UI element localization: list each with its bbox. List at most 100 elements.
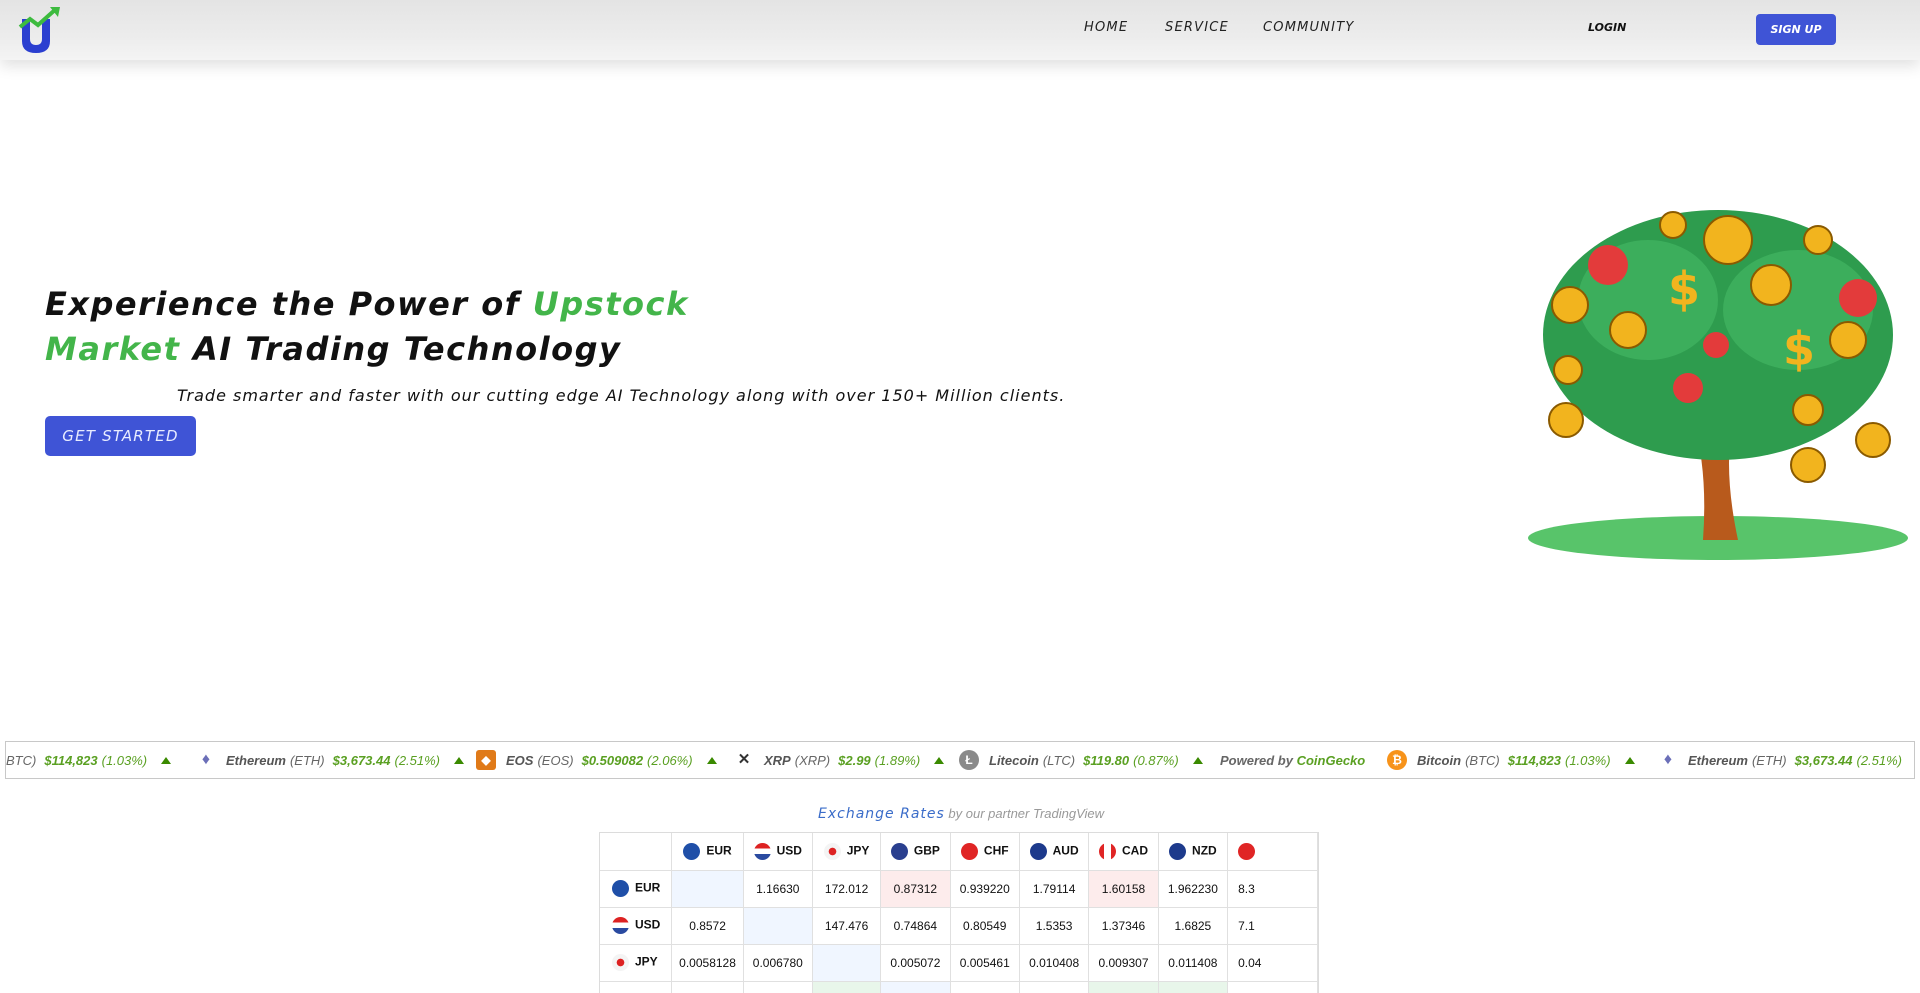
ticker-item-eos[interactable]: ◆ EOS (EOS) $0.509082 (2.06%) [476, 742, 717, 778]
ticker-symbol: (LTC) [1042, 752, 1076, 768]
table-row-usd: USD 0.8572 147.476 0.74864 0.80549 1.535… [600, 907, 1318, 945]
ticker-item-ethereum[interactable]: ♦ Ethereum (ETH) $3,673.44 (2.51%) [1658, 742, 1914, 778]
login-link[interactable]: LOGIN [1588, 21, 1626, 34]
rate-cell[interactable]: 1.5353 [1019, 907, 1090, 945]
rate-cell [743, 981, 813, 993]
column-header-nzd[interactable]: NZD [1158, 833, 1229, 871]
up-arrow-icon [1192, 756, 1203, 764]
column-label: CAD [1122, 843, 1148, 858]
nav-service-link[interactable]: SERVICE [1165, 20, 1229, 35]
hero-subtitle: Trade smarter and faster with our cuttin… [177, 386, 1066, 405]
ticker-price: $119.80 [1083, 752, 1130, 768]
column-header-eur[interactable]: EUR [671, 833, 744, 871]
row-header-eur[interactable]: EUR [600, 870, 673, 908]
up-arrow-icon [454, 756, 465, 764]
eu-flag-icon [612, 880, 629, 897]
rate-cell [671, 981, 744, 993]
column-header-chf[interactable]: CHF [950, 833, 1020, 871]
ticker-item-litecoin[interactable]: Ł Litecoin (LTC) $119.80 (0.87%) [959, 742, 1203, 778]
us-flag-icon [753, 842, 771, 860]
column-label: AUD [1052, 843, 1079, 858]
ticker-change: (1.03%) [101, 752, 148, 768]
rate-cell[interactable]: 1.16630 [743, 870, 813, 908]
ticker-item-xrp[interactable]: ✕ XRP (XRP) $2.99 (1.89%) [734, 742, 945, 778]
rate-cell[interactable]: 7.1 [1227, 907, 1318, 945]
rate-cell[interactable]: 147.476 [812, 907, 882, 945]
rate-cell[interactable]: 0.006780 [743, 944, 813, 982]
rate-cell[interactable]: 0.04 [1227, 944, 1318, 982]
nav-home-link[interactable]: HOME [1084, 20, 1128, 35]
powered-by-coingecko[interactable]: Powered by CoinGecko [1220, 742, 1365, 778]
rate-cell[interactable]: 0.005072 [880, 944, 951, 982]
ticker-name: Ethereum [226, 752, 286, 768]
ticker-symbol: (ETH) [1751, 752, 1787, 768]
rate-cell [880, 981, 951, 993]
coingecko-link[interactable]: CoinGecko [1297, 753, 1366, 768]
rate-cell[interactable]: 0.0058128 [671, 944, 744, 982]
table-row-eur: EUR 1.16630 172.012 0.87312 0.939220 1.7… [600, 870, 1318, 908]
rate-cell[interactable]: 0.80549 [950, 907, 1020, 945]
rate-cell[interactable]: 0.011408 [1158, 944, 1229, 982]
column-header-gbp[interactable]: GBP [880, 833, 951, 871]
signup-button[interactable]: SIGN UP [1756, 14, 1836, 45]
crypto-ticker: BTC) $114,823 (1.03%) ♦ Ethereum (ETH) $… [5, 741, 1915, 779]
rate-cell[interactable]: 8.3 [1227, 870, 1318, 908]
hero-title-post: AI Trading Technology [180, 330, 622, 368]
exchange-rates-heading[interactable]: Exchange Rates [818, 806, 945, 822]
ticker-symbol: (EOS) [537, 752, 574, 768]
rate-cell[interactable] [812, 944, 882, 982]
rate-cell [600, 981, 673, 993]
rate-cell[interactable]: 0.74864 [880, 907, 951, 945]
exchange-rates-table: EUR USD JPY GBP CHF AUD CAD NZD EUR 1.16… [600, 833, 1318, 993]
canada-flag-icon [1099, 842, 1116, 860]
rate-cell [812, 981, 882, 993]
rate-cell [1088, 981, 1159, 993]
ethereum-icon: ♦ [1658, 750, 1678, 770]
hero-title-pre: Experience the Power of [45, 285, 533, 323]
ticker-item-ethereum[interactable]: ♦ Ethereum (ETH) $3,673.44 (2.51%) [196, 742, 465, 778]
rate-cell[interactable]: 1.6825 [1158, 907, 1229, 945]
column-header-aud[interactable]: AUD [1019, 833, 1090, 871]
rate-cell[interactable]: 0.8572 [671, 907, 744, 945]
exchange-rates-partner[interactable]: by our partner TradingView [945, 806, 1104, 821]
rate-cell[interactable]: 0.009307 [1088, 944, 1159, 982]
ethereum-icon: ♦ [196, 750, 216, 770]
column-header-cny[interactable] [1227, 833, 1318, 871]
column-header-usd[interactable]: USD [743, 833, 813, 871]
ticker-item-bitcoin[interactable]: BTC) $114,823 (1.03%) [6, 742, 172, 778]
rate-cell[interactable] [743, 907, 813, 945]
eos-icon: ◆ [476, 750, 496, 770]
hero-title: Experience the Power of Upstock Market A… [45, 282, 805, 372]
rate-cell[interactable]: 0.010408 [1019, 944, 1090, 982]
row-header-usd[interactable]: USD [600, 907, 673, 945]
row-label: JPY [635, 954, 658, 969]
ticker-change: (1.03%) [1565, 752, 1611, 768]
rate-cell[interactable]: 172.012 [812, 870, 882, 908]
rate-cell[interactable] [671, 870, 744, 908]
rate-cell[interactable]: 0.939220 [950, 870, 1020, 908]
rate-cell[interactable]: 1.37346 [1088, 907, 1159, 945]
svg-text:$: $ [1783, 322, 1815, 376]
column-header-cad[interactable]: CAD [1088, 833, 1159, 871]
money-tree-illustration: $ $ [1528, 210, 1908, 560]
row-header-jpy[interactable]: JPY [600, 944, 673, 982]
column-header-jpy[interactable]: JPY [812, 833, 882, 871]
rate-cell [950, 981, 1020, 993]
upstock-logo-icon[interactable] [18, 5, 62, 55]
nz-flag-icon [1169, 842, 1187, 860]
rate-cell[interactable]: 1.962230 [1158, 870, 1229, 908]
rate-cell[interactable]: 1.60158 [1088, 870, 1159, 908]
ticker-symbol: BTC) [6, 752, 37, 768]
rate-cell[interactable]: 0.005461 [950, 944, 1020, 982]
ticker-price: $114,823 [1507, 752, 1561, 768]
get-started-button[interactable]: GET STARTED [45, 416, 196, 456]
nav-community-link[interactable]: COMMUNITY [1263, 20, 1355, 35]
column-label: CHF [983, 843, 1009, 858]
column-label: GBP [913, 843, 940, 858]
rate-cell[interactable]: 1.79114 [1019, 870, 1090, 908]
ticker-change: (2.51%) [1856, 752, 1903, 768]
row-label: EUR [635, 880, 661, 895]
rate-cell[interactable]: 0.87312 [880, 870, 951, 908]
ticker-item-bitcoin[interactable]: ₿ Bitcoin (BTC) $114,823 (1.03%) [1387, 742, 1635, 778]
rate-cell [1227, 981, 1318, 993]
